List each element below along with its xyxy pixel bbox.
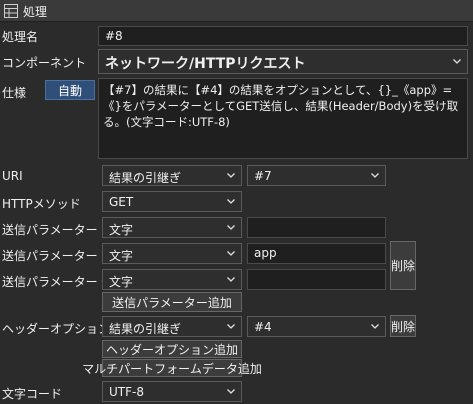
- header-option-source-value: 結果の引継ぎ: [109, 322, 182, 336]
- header-option-source-select[interactable]: 結果の引継ぎ: [102, 316, 242, 337]
- chevron-down-icon: [227, 323, 235, 329]
- send-param-key-type-value: 文字: [109, 249, 134, 263]
- table-icon: [4, 4, 18, 18]
- component-label: コンポーネント: [2, 56, 87, 70]
- send-param-type-value: 文字: [109, 223, 134, 237]
- send-param-value-type-select[interactable]: 文字: [102, 269, 242, 290]
- name-label: 処理名: [2, 30, 39, 44]
- http-method-label: HTTPメソッド: [2, 197, 81, 211]
- chevron-down-icon: [227, 224, 235, 230]
- charset-value: UTF-8: [109, 385, 144, 399]
- http-method-select[interactable]: GET: [102, 191, 242, 212]
- send-param-input[interactable]: [247, 217, 386, 238]
- delete-header-option-button[interactable]: 削除: [390, 315, 416, 337]
- auto-button[interactable]: 自動: [45, 80, 95, 100]
- charset-select[interactable]: UTF-8: [102, 381, 242, 402]
- uri-source-select[interactable]: 結果の引継ぎ: [102, 165, 242, 186]
- add-header-option-button[interactable]: ヘッダーオプション追加: [102, 340, 242, 358]
- chevron-down-icon: [371, 323, 379, 329]
- send-param-label: 送信パラメーター: [2, 223, 98, 237]
- header-option-label: ヘッダーオプション: [2, 322, 111, 336]
- send-param-type-select[interactable]: 文字: [102, 217, 242, 238]
- send-param-key-input[interactable]: app: [247, 243, 386, 264]
- name-input[interactable]: #8: [98, 26, 468, 46]
- section-header: 処理: [0, 0, 473, 22]
- header-option-value: #4: [254, 320, 272, 334]
- charset-label: 文字コード: [2, 387, 63, 401]
- uri-value-select[interactable]: #7: [247, 165, 386, 186]
- section-title: 処理: [23, 5, 48, 19]
- send-param-value-input[interactable]: [247, 269, 386, 290]
- chevron-down-icon: [453, 58, 461, 64]
- send-param-value-type-value: 文字: [109, 275, 134, 289]
- spec-label: 仕様: [2, 86, 27, 100]
- uri-label: URI: [2, 169, 23, 183]
- send-param-value-label: 送信パラメーター 値: [2, 275, 114, 289]
- header-option-value-select[interactable]: #4: [247, 316, 386, 337]
- spec-textarea[interactable]: 【#7】の結果に【#4】の結果をオプションとして、{}_《app》=《}をパラメ…: [98, 78, 468, 159]
- uri-value: #7: [254, 169, 272, 183]
- chevron-down-icon: [227, 276, 235, 282]
- chevron-down-icon: [227, 198, 235, 204]
- send-param-key-type-select[interactable]: 文字: [102, 243, 242, 264]
- add-send-param-button[interactable]: 送信パラメーター追加: [102, 292, 242, 312]
- component-select[interactable]: ネットワーク/HTTPリクエスト: [98, 49, 468, 74]
- chevron-down-icon: [227, 388, 235, 394]
- add-multipart-button[interactable]: マルチパートフォームデータ追加: [82, 359, 262, 377]
- chevron-down-icon: [227, 172, 235, 178]
- delete-param-button[interactable]: 削除: [390, 241, 416, 290]
- uri-source-value: 結果の引継ぎ: [109, 171, 182, 185]
- chevron-down-icon: [371, 172, 379, 178]
- http-method-value: GET: [109, 195, 134, 209]
- chevron-down-icon: [227, 250, 235, 256]
- component-select-value: ネットワーク/HTTPリクエスト: [105, 56, 306, 72]
